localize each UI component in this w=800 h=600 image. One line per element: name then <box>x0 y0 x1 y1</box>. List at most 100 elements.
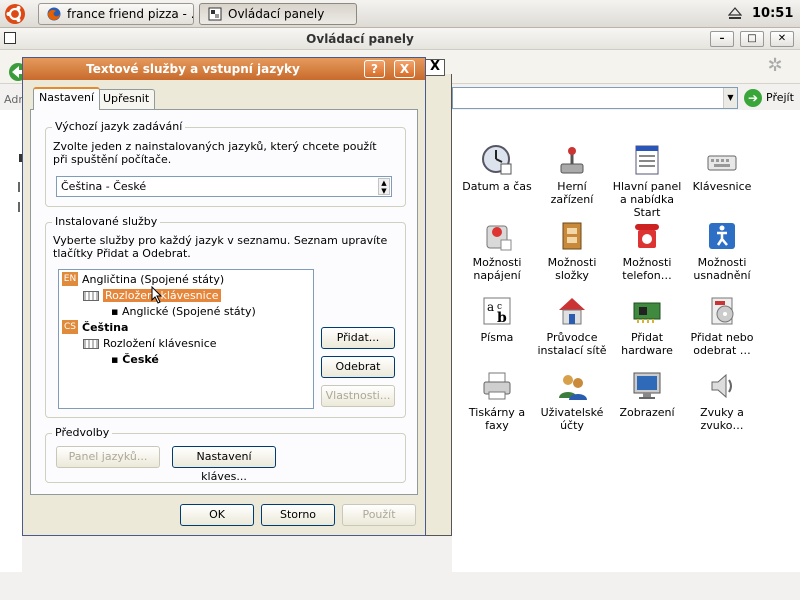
ok-button[interactable]: OK <box>180 504 254 526</box>
cp-item-display[interactable]: Zobrazení <box>610 370 684 419</box>
cp-item-label: Klávesnice <box>692 180 752 193</box>
tree-item-czech[interactable]: CS Čeština <box>62 320 128 335</box>
cp-item-label: Možnosti telefon… <box>622 256 672 282</box>
cp-item-game-controllers[interactable]: Herní zařízení <box>535 144 609 206</box>
dialog-backdrop-frame <box>426 74 452 536</box>
go-label: Přejít <box>766 91 794 104</box>
top-panel: france friend pizza - … Ovládací panely … <box>0 0 800 28</box>
phone-icon <box>635 224 659 248</box>
cp-item-fonts[interactable]: acb Písma <box>460 295 534 344</box>
default-language-select[interactable]: Čeština - České ▲ ▼ <box>56 176 392 197</box>
window-titlebar[interactable]: Ovládací panely – □ ✕ <box>0 28 800 50</box>
eject-icon[interactable] <box>728 6 742 20</box>
address-input[interactable]: ▼ <box>452 87 738 109</box>
keyboard-icon <box>83 339 99 349</box>
cp-item-label: Možnosti složky <box>547 256 597 282</box>
clock[interactable]: 10:51 <box>752 0 793 28</box>
accessibility-icon <box>709 223 735 249</box>
cp-item-label: Hlavní panel a nabídka Start <box>612 180 682 219</box>
tab-advanced[interactable]: Upřesnit <box>97 89 156 109</box>
tree-item-en-layout[interactable]: ▪ Anglické (Spojené státy) <box>111 304 256 319</box>
dialog-titlebar[interactable]: Textové služby a vstupní jazyky ? X <box>23 58 425 80</box>
cp-item-taskbar[interactable]: Hlavní panel a nabídka Start <box>610 144 684 219</box>
help-button[interactable]: ? <box>364 60 385 78</box>
fonts-icon: a cb <box>483 297 511 326</box>
cp-item-label: Datum a čas <box>462 180 532 193</box>
dialog-close-button[interactable]: X <box>394 60 415 78</box>
ubuntu-logo-icon[interactable] <box>4 3 26 25</box>
add-button[interactable]: Přidat... <box>321 327 395 349</box>
cp-item-user-accounts[interactable]: Uživatelské účty <box>535 370 609 432</box>
cp-item-date-time[interactable]: Datum a čas <box>460 144 534 193</box>
dialog-title: Textové služby a vstupní jazyky <box>86 62 300 76</box>
tab-settings[interactable]: Nastavení <box>33 87 101 110</box>
language-bar-button[interactable]: Panel jazyků... <box>56 446 160 468</box>
cp-item-network-wizard[interactable]: Průvodce instalací sítě <box>535 295 609 357</box>
installed-services-group: Instalované služby Vyberte služby pro ka… <box>45 215 406 418</box>
key-settings-button[interactable]: Nastavení kláves... <box>172 446 276 483</box>
taskbar-button-control-panel[interactable]: Ovládací panely <box>199 3 357 25</box>
power-icon <box>486 225 512 251</box>
cp-item-label: Možnosti usnadnění <box>693 256 751 282</box>
spin-arrows-icon[interactable]: ▲ ▼ <box>378 178 390 195</box>
preferences-legend: Předvolby <box>52 426 113 439</box>
go-arrow-icon: ➔ <box>744 89 762 107</box>
remove-button[interactable]: Odebrat <box>321 356 395 378</box>
cp-item-label: Herní zařízení <box>550 180 594 206</box>
default-language-value: Čeština - České <box>61 180 147 193</box>
chevron-down-icon[interactable]: ▼ <box>723 88 737 108</box>
add-remove-icon <box>711 297 734 325</box>
printer-icon <box>483 372 511 400</box>
display-icon <box>633 372 661 399</box>
cp-item-sounds[interactable]: Zvuky a zvuko… <box>685 370 759 432</box>
cp-item-folder-options[interactable]: Možnosti složky <box>535 220 609 282</box>
taskbar-button-firefox[interactable]: france friend pizza - … <box>38 3 194 25</box>
cancel-button[interactable]: Storno <box>261 504 335 526</box>
cp-item-label: Zobrazení <box>619 406 675 419</box>
cp-item-add-remove[interactable]: Přidat nebo odebrat … <box>685 295 759 357</box>
tree-label: Angličtina (Spojené státy) <box>82 273 225 286</box>
network-wizard-icon <box>559 298 585 325</box>
loading-icon: ✲ <box>767 55 783 76</box>
keyboard-icon <box>83 291 99 301</box>
apply-button[interactable]: Použít <box>342 504 416 526</box>
tree-item-cs-keyboard[interactable]: Rozložení klávesnice <box>83 336 217 351</box>
tree-label: České <box>122 353 159 366</box>
tab-panel: Výchozí jazyk zadávání Zvolte jeden z na… <box>30 109 418 495</box>
default-language-description: Zvolte jeden z nainstalovaných jazyků, k… <box>53 140 377 166</box>
maximize-button[interactable]: □ <box>740 31 764 47</box>
cp-item-add-hardware[interactable]: Přidat hardware <box>610 295 684 357</box>
cp-item-keyboard[interactable]: Klávesnice <box>685 144 759 193</box>
cp-item-phone[interactable]: Možnosti telefon… <box>610 220 684 282</box>
cp-item-printers[interactable]: Tiskárny a faxy <box>460 370 534 432</box>
tree-item-cs-layout[interactable]: ▪ České <box>111 352 159 367</box>
default-language-legend: Výchozí jazyk zadávání <box>52 120 186 133</box>
tree-item-english[interactable]: EN Angličtina (Spojené státy) <box>62 272 224 287</box>
outer-close-button[interactable]: X <box>425 59 445 76</box>
cp-item-power[interactable]: Možnosti napájení <box>460 220 534 282</box>
bullet-icon: ▪ <box>111 305 122 318</box>
properties-button[interactable]: Vlastnosti... <box>321 385 395 407</box>
mouse-cursor-icon <box>151 286 163 304</box>
installed-services-description: Vyberte služby pro každý jazyk v seznamu… <box>53 234 388 260</box>
bullet-icon: ▪ <box>111 353 123 366</box>
clock-icon <box>482 145 512 175</box>
minimize-button[interactable]: – <box>710 31 734 47</box>
sound-icon <box>711 373 732 399</box>
default-language-group: Výchozí jazyk zadávání Zvolte jeden z na… <box>45 120 406 207</box>
installed-services-legend: Instalované služby <box>52 215 161 228</box>
joystick-icon <box>560 147 584 174</box>
window-icon <box>208 7 222 21</box>
preferences-group: Předvolby Panel jazyků... Nastavení kláv… <box>45 426 406 483</box>
cp-item-label: Tiskárny a faxy <box>468 406 526 432</box>
cp-item-label: Písma <box>480 331 514 344</box>
language-tag-cs: CS <box>62 320 78 334</box>
cp-item-label: Průvodce instalací sítě <box>537 331 607 357</box>
close-button[interactable]: ✕ <box>770 31 794 47</box>
taskbar-label: france friend pizza - … <box>67 7 194 21</box>
text-services-dialog: Textové služby a vstupní jazyky ? X Nast… <box>22 57 426 536</box>
cp-item-accessibility[interactable]: Možnosti usnadnění <box>685 220 759 282</box>
cp-item-label: Možnosti napájení <box>472 256 522 282</box>
go-button[interactable]: ➔ Přejít <box>744 88 800 108</box>
services-tree[interactable]: EN Angličtina (Spojené státy) Rozložení k… <box>58 269 314 409</box>
